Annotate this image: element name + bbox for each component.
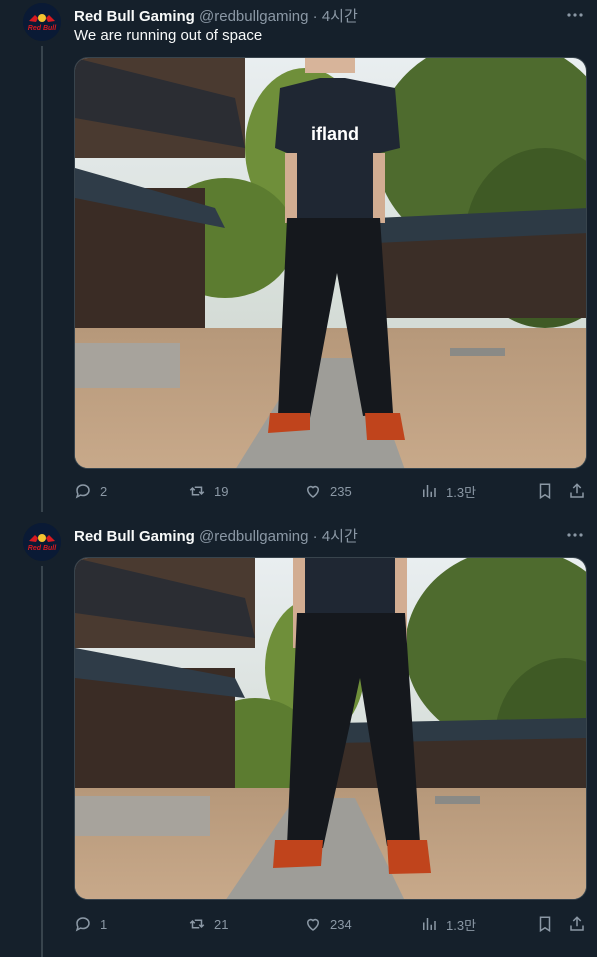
display-name[interactable]: Red Bull Gaming [74, 8, 195, 25]
bookmark-icon [539, 483, 551, 500]
retweet-button[interactable]: 19 [188, 480, 228, 502]
reply-icon [75, 484, 90, 499]
more-options-icon[interactable] [565, 6, 585, 24]
share-button[interactable] [568, 480, 594, 502]
tweet-actions: 2 19 235 1.3만 [74, 480, 590, 502]
tweet-photo[interactable] [74, 557, 587, 900]
retweet-count: 19 [214, 483, 229, 499]
tweet-text: We are running out of space [74, 27, 263, 44]
avatar-text: Red Bull [27, 25, 57, 32]
reply-icon [75, 917, 90, 932]
like-count: 234 [330, 916, 352, 932]
display-name[interactable]: Red Bull Gaming [74, 528, 195, 545]
tweet-actions: 1 21 234 1.3만 [74, 913, 590, 935]
red-bull-logo-icon [23, 523, 61, 561]
more-options-icon[interactable] [565, 526, 585, 544]
timestamp[interactable]: 4시간 [322, 528, 358, 545]
heart-icon [306, 918, 320, 931]
like-button[interactable]: 235 [304, 480, 352, 502]
heart-icon [306, 485, 320, 498]
retweet-count: 21 [214, 916, 229, 932]
views-button[interactable]: 1.3만 [420, 913, 476, 935]
views-icon [423, 918, 436, 930]
like-button[interactable]: 234 [304, 913, 352, 935]
bookmark-icon [539, 916, 551, 933]
share-icon [570, 483, 584, 498]
shirt-text: ifland [311, 124, 359, 144]
avatar-text: Red Bull [27, 545, 57, 552]
separator: · [312, 8, 318, 25]
views-button[interactable]: 1.3만 [420, 480, 476, 502]
reply-button[interactable]: 1 [74, 913, 107, 935]
bookmark-button[interactable] [536, 913, 562, 935]
bookmark-button[interactable] [536, 480, 562, 502]
views-count: 1.3만 [446, 484, 477, 500]
separator: · [312, 528, 318, 545]
tweet[interactable]: Red Bull Red Bull Gaming @redbullgaming … [0, 520, 597, 957]
timestamp[interactable]: 4시간 [322, 8, 358, 25]
handle[interactable]: @redbullgaming [199, 8, 308, 25]
share-button[interactable] [568, 913, 594, 935]
avatar[interactable]: Red Bull [23, 523, 61, 561]
photo-icon [75, 558, 586, 899]
views-icon [423, 485, 436, 497]
tweet-header: Red Bull Gaming @redbullgaming · 4시간 [74, 5, 358, 26]
retweet-icon [189, 486, 205, 496]
reply-count: 1 [100, 916, 108, 932]
retweet-icon [189, 919, 205, 929]
handle[interactable]: @redbullgaming [199, 528, 308, 545]
avatar[interactable]: Red Bull [23, 3, 61, 41]
like-count: 235 [330, 483, 352, 499]
retweet-button[interactable]: 21 [188, 913, 228, 935]
views-count: 1.3만 [446, 917, 477, 933]
reply-count: 2 [100, 483, 108, 499]
tweet[interactable]: Red Bull Red Bull Gaming @redbullgaming … [0, 0, 597, 512]
reply-button[interactable]: 2 [74, 480, 107, 502]
share-icon [570, 916, 584, 931]
red-bull-logo-icon [23, 3, 61, 41]
tweet-photo[interactable]: ifland [74, 57, 587, 469]
tweet-header: Red Bull Gaming @redbullgaming · 4시간 [74, 525, 358, 546]
photo-icon: ifland [75, 58, 586, 468]
